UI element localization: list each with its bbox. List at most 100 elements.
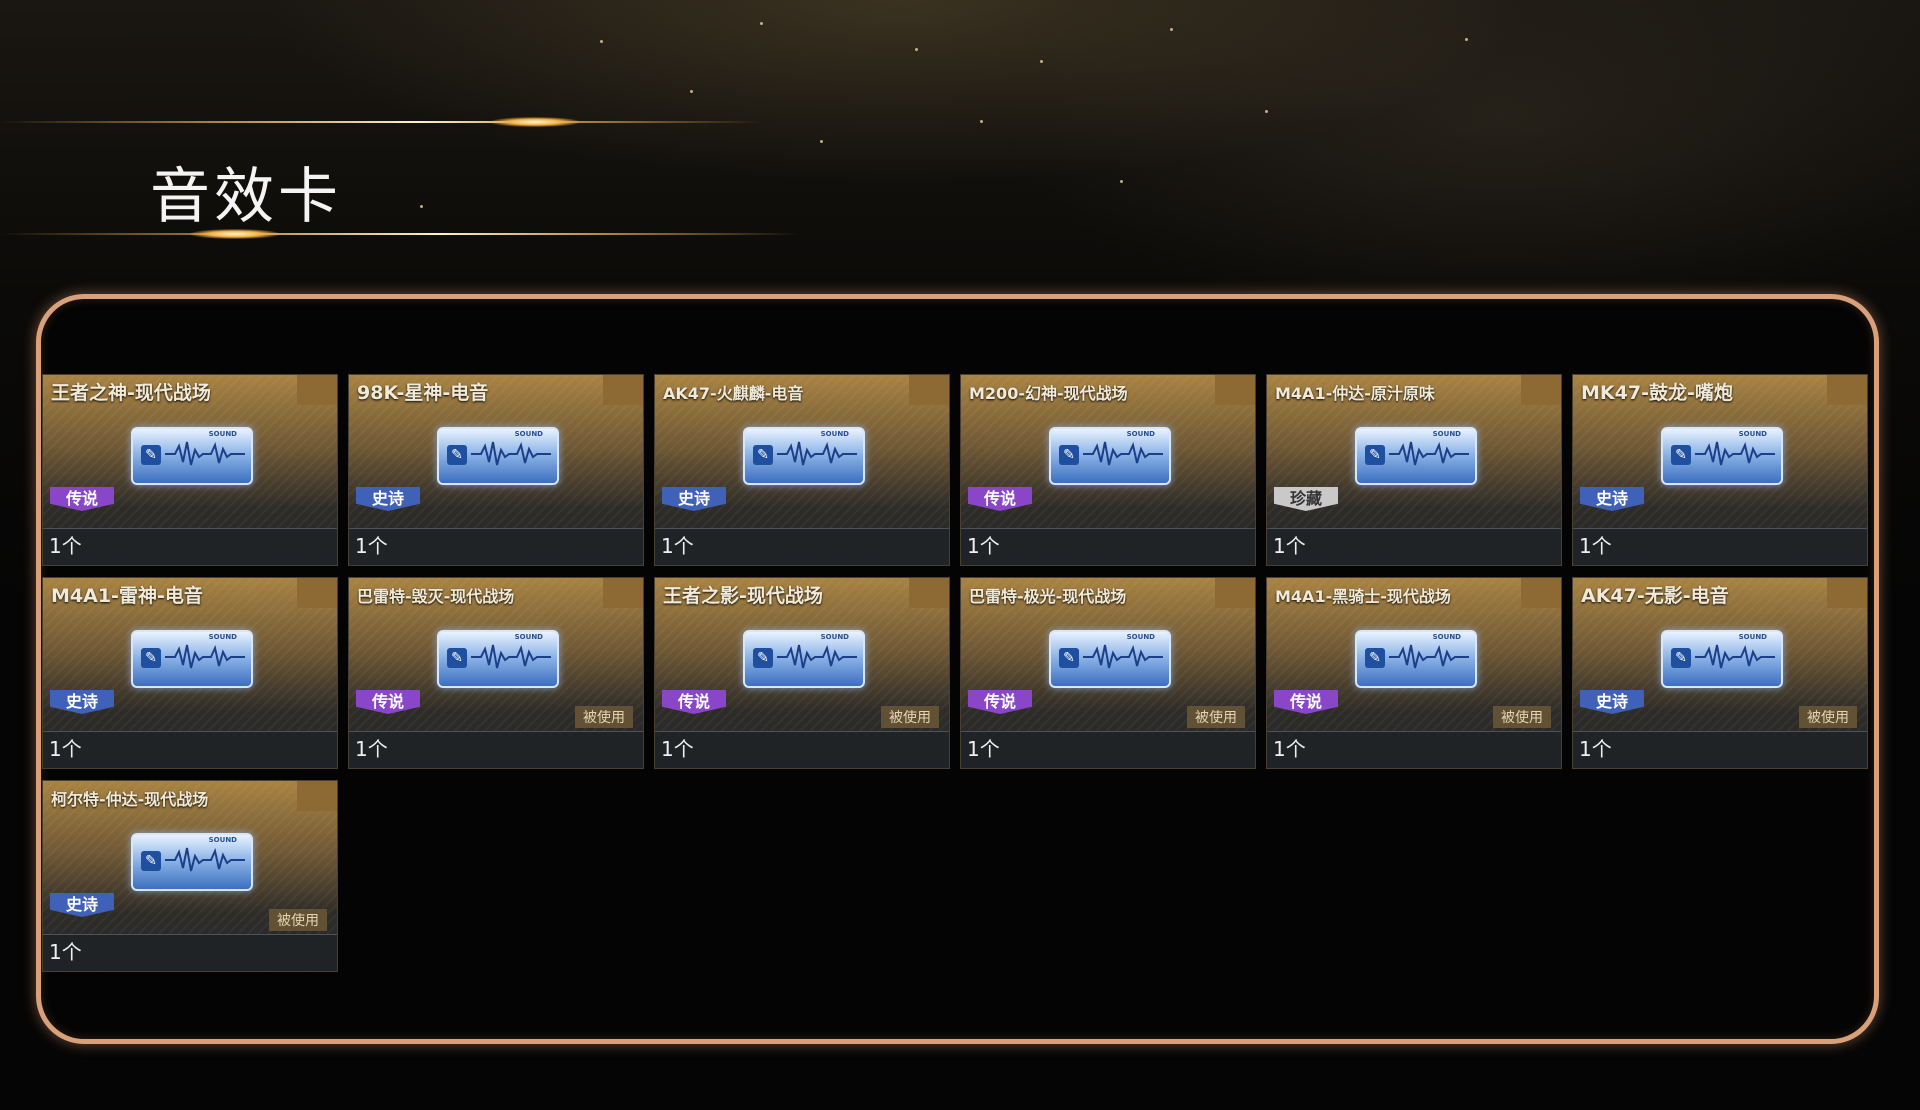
sound-wave-icon: SOUND ✎ <box>1661 630 1783 688</box>
card-corner <box>909 375 949 405</box>
pen-icon: ✎ <box>1365 445 1385 465</box>
pen-icon: ✎ <box>753 445 773 465</box>
count-bar <box>655 731 949 768</box>
item-count: 1个 <box>1273 737 1306 761</box>
card-title: AK47-无影-电音 <box>1581 585 1729 607</box>
pen-icon: ✎ <box>1059 445 1079 465</box>
card-corner <box>297 781 337 811</box>
sound-wave-icon: SOUND ✎ <box>743 427 865 485</box>
card-corner <box>1827 578 1867 608</box>
rarity-badge: 史诗 <box>50 690 114 714</box>
count-bar <box>349 731 643 768</box>
rarity-badge: 传说 <box>1274 690 1338 714</box>
card-title: 巴雷特-极光-现代战场 <box>969 587 1127 606</box>
card-corner <box>297 375 337 405</box>
card-corner <box>1521 578 1561 608</box>
sound-wave-icon: SOUND ✎ <box>1049 630 1171 688</box>
rarity-badge: 传说 <box>356 690 420 714</box>
count-bar <box>655 528 949 565</box>
rarity-badge: 传说 <box>662 690 726 714</box>
item-count: 1个 <box>967 534 1000 558</box>
sound-wave-icon: SOUND ✎ <box>131 833 253 891</box>
item-count: 1个 <box>49 534 82 558</box>
sound-card-item[interactable]: M4A1-黑骑士-现代战场 SOUND ✎ 传说被使用 1个 <box>1266 577 1562 769</box>
sound-card-item[interactable]: M200-幻神-现代战场 SOUND ✎ 传说 1个 <box>960 374 1256 566</box>
card-corner <box>1215 578 1255 608</box>
pen-icon: ✎ <box>1671 648 1691 668</box>
card-corner <box>909 578 949 608</box>
sound-card-item[interactable]: 巴雷特-极光-现代战场 SOUND ✎ 传说被使用 1个 <box>960 577 1256 769</box>
card-title: 98K-星神-电音 <box>357 382 489 404</box>
card-corner <box>1521 375 1561 405</box>
sound-card-item[interactable]: 98K-星神-电音 SOUND ✎ 史诗 1个 <box>348 374 644 566</box>
rarity-badge: 珍藏 <box>1274 487 1338 511</box>
count-bar <box>1573 528 1867 565</box>
rarity-badge: 传说 <box>968 487 1032 511</box>
sound-wave-icon: SOUND ✎ <box>437 630 559 688</box>
count-bar <box>1267 528 1561 565</box>
card-title: 王者之影-现代战场 <box>663 585 823 607</box>
item-count: 1个 <box>355 534 388 558</box>
sound-card-item[interactable]: MK47-鼓龙-嘴炮 SOUND ✎ 史诗 1个 <box>1572 374 1868 566</box>
glow-line-top <box>0 121 760 123</box>
rarity-badge: 史诗 <box>356 487 420 511</box>
count-bar <box>43 934 337 971</box>
pen-icon: ✎ <box>447 445 467 465</box>
in-use-label: 被使用 <box>1799 706 1857 728</box>
card-corner <box>297 578 337 608</box>
sound-card-item[interactable]: 王者之神-现代战场 SOUND ✎ 传说 1个 <box>42 374 338 566</box>
item-count: 1个 <box>49 940 82 964</box>
in-use-label: 被使用 <box>1187 706 1245 728</box>
item-count: 1个 <box>1273 534 1306 558</box>
pen-icon: ✎ <box>141 648 161 668</box>
card-title: 柯尔特-仲达-现代战场 <box>51 790 209 809</box>
sound-card-item[interactable]: 柯尔特-仲达-现代战场 SOUND ✎ 史诗 被使用 1个 <box>42 780 338 972</box>
sound-card-item[interactable]: M4A1-雷神-电音 SOUND ✎ 史诗 1个 <box>42 577 338 769</box>
card-corner <box>1827 375 1867 405</box>
count-bar <box>961 731 1255 768</box>
card-corner <box>603 375 643 405</box>
in-use-label: 被使用 <box>881 706 939 728</box>
glow-spark-top <box>490 117 580 127</box>
card-title: M4A1-仲达-原汁原味 <box>1275 384 1435 403</box>
sound-wave-icon: SOUND ✎ <box>131 427 253 485</box>
sound-card-grid: 王者之神-现代战场 SOUND ✎ 传说 1个 98K-星神-电音 SOUND ✎ 史诗 1个 AK… <box>42 374 1868 972</box>
sound-wave-icon: SOUND ✎ <box>1355 427 1477 485</box>
count-bar <box>1573 731 1867 768</box>
card-title: 王者之神-现代战场 <box>51 382 211 404</box>
card-title: M200-幻神-现代战场 <box>969 384 1128 403</box>
item-count: 1个 <box>661 737 694 761</box>
sound-card-item[interactable]: AK47-无影-电音 SOUND ✎ 史诗 被使用 1个 <box>1572 577 1868 769</box>
card-title: M4A1-黑骑士-现代战场 <box>1275 587 1451 606</box>
item-count: 1个 <box>661 534 694 558</box>
pen-icon: ✎ <box>447 648 467 668</box>
count-bar <box>43 528 337 565</box>
item-count: 1个 <box>1579 534 1612 558</box>
card-title: MK47-鼓龙-嘴炮 <box>1581 382 1733 404</box>
rarity-badge: 传说 <box>968 690 1032 714</box>
pen-icon: ✎ <box>141 851 161 871</box>
pen-icon: ✎ <box>1671 445 1691 465</box>
in-use-label: 被使用 <box>575 706 633 728</box>
item-count: 1个 <box>49 737 82 761</box>
rarity-badge: 史诗 <box>662 487 726 511</box>
rarity-badge: 史诗 <box>50 893 114 917</box>
in-use-label: 被使用 <box>1493 706 1551 728</box>
count-bar <box>1267 731 1561 768</box>
sound-card-item[interactable]: M4A1-仲达-原汁原味 SOUND ✎ 珍藏 1个 <box>1266 374 1562 566</box>
sound-card-item[interactable]: AK47-火麒麟-电音 SOUND ✎ 史诗 1个 <box>654 374 950 566</box>
page-title: 音效卡 <box>150 162 342 232</box>
card-corner <box>1215 375 1255 405</box>
item-count: 1个 <box>967 737 1000 761</box>
glow-line-bottom <box>0 233 800 235</box>
card-title: M4A1-雷神-电音 <box>51 585 203 607</box>
pen-icon: ✎ <box>141 445 161 465</box>
sound-wave-icon: SOUND ✎ <box>1355 630 1477 688</box>
item-count: 1个 <box>1579 737 1612 761</box>
sound-card-item[interactable]: 王者之影-现代战场 SOUND ✎ 传说被使用 1个 <box>654 577 950 769</box>
pen-icon: ✎ <box>1365 648 1385 668</box>
sound-card-item[interactable]: 巴雷特-毁灭-现代战场 SOUND ✎ 传说 被使用 1个 <box>348 577 644 769</box>
rarity-badge: 传说 <box>50 487 114 511</box>
sound-wave-icon: SOUND ✎ <box>1661 427 1783 485</box>
sound-wave-icon: SOUND ✎ <box>743 630 865 688</box>
